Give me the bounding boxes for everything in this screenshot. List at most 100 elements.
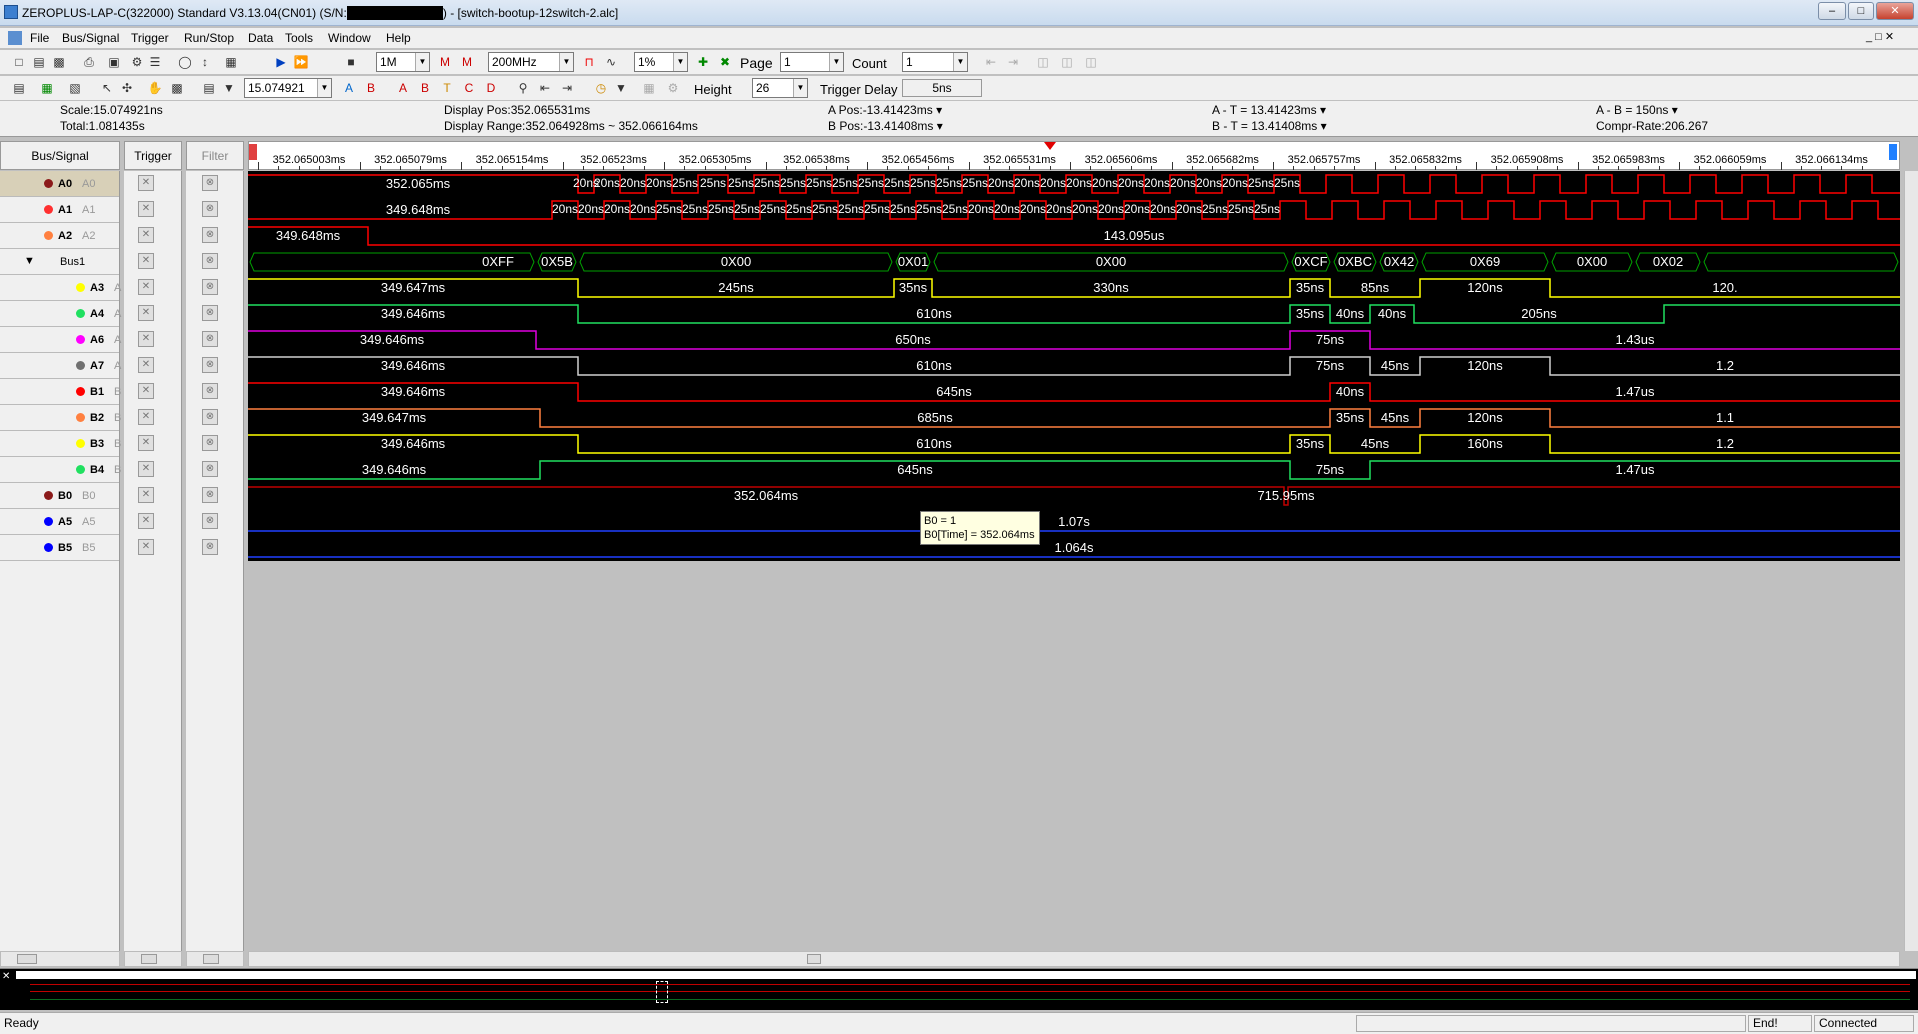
- ruler-left-marker[interactable]: [249, 144, 257, 160]
- signal-config-icon[interactable]: ☰: [146, 53, 164, 71]
- overview-ruler[interactable]: [16, 971, 1916, 979]
- vertical-scrollbar[interactable]: [1904, 171, 1918, 951]
- compare-icon[interactable]: ◫: [1034, 53, 1052, 71]
- trigger-cell-bus1[interactable]: ✕: [138, 253, 154, 269]
- trigger-header[interactable]: Trigger: [124, 141, 182, 170]
- trigger-cell-a1[interactable]: ✕: [138, 201, 154, 217]
- search-prev-icon[interactable]: ⇤: [536, 79, 554, 97]
- bus-signal-header[interactable]: Bus/Signal: [0, 141, 120, 170]
- signal-row-a7[interactable]: A7 A: [0, 353, 121, 379]
- signal-row-b4[interactable]: B4 B: [0, 457, 121, 483]
- zoom-in-icon[interactable]: ✚: [694, 53, 712, 71]
- prev-page-icon[interactable]: ⇤: [982, 53, 1000, 71]
- menu-run-stop[interactable]: Run/Stop: [184, 31, 234, 45]
- menu-bus-signal[interactable]: Bus/Signal: [62, 31, 119, 45]
- signal-row-b3[interactable]: B3 B: [0, 431, 121, 457]
- compare3-icon[interactable]: ◫: [1082, 53, 1100, 71]
- ruler-right-marker[interactable]: [1889, 144, 1897, 160]
- b-t-readout[interactable]: B - T = 13.41408ms ▾: [1212, 119, 1327, 133]
- menu-tools[interactable]: Tools: [285, 31, 313, 45]
- marker-b-icon[interactable]: M: [458, 53, 476, 71]
- waveform-horizontal-scrollbar[interactable]: [248, 951, 1900, 967]
- filter-cell-b4[interactable]: ⊗: [202, 461, 218, 477]
- b-pos-readout[interactable]: B Pos:-13.41408ms ▾: [828, 119, 943, 133]
- filter-cell-a1[interactable]: ⊗: [202, 201, 218, 217]
- marker-a-icon[interactable]: M: [436, 53, 454, 71]
- trigger-cell-b2[interactable]: ✕: [138, 409, 154, 425]
- filter-cell-b2[interactable]: ⊗: [202, 409, 218, 425]
- bar-d-icon[interactable]: D: [482, 79, 500, 97]
- calendar-icon[interactable]: ▩: [168, 79, 186, 97]
- waveform-area[interactable]: 352.065ms 20ns 20ns 20ns 20ns 25ns 25ns 25ns 25n…: [248, 171, 1900, 561]
- signal-row-b1[interactable]: B1 B: [0, 379, 121, 405]
- filter-cell-a3[interactable]: ⊗: [202, 279, 218, 295]
- run-repeat-icon[interactable]: ⏩: [292, 53, 310, 71]
- external-clock-icon[interactable]: ∿: [602, 53, 620, 71]
- close-button[interactable]: ✕: [1876, 2, 1914, 20]
- timer-icon[interactable]: ◷: [592, 79, 610, 97]
- trigger-cell-b3[interactable]: ✕: [138, 435, 154, 451]
- filter-header[interactable]: Filter: [186, 141, 244, 170]
- signal-row-b5[interactable]: B5 B5: [0, 535, 119, 561]
- run-icon[interactable]: ▶: [272, 53, 290, 71]
- bar-a-icon[interactable]: A: [394, 79, 412, 97]
- overview-window[interactable]: [656, 981, 668, 1003]
- signal-row-b2[interactable]: B2 B: [0, 405, 121, 431]
- filter-cell-a5[interactable]: ⊗: [202, 513, 218, 529]
- signal-row-a5[interactable]: A5 A5: [0, 509, 119, 535]
- menu-data[interactable]: Data: [248, 31, 273, 45]
- signal-row-a0[interactable]: A0 A0: [0, 171, 119, 197]
- signal-row-b0[interactable]: B0 B0: [0, 483, 119, 509]
- filter-cell-a6[interactable]: ⊗: [202, 331, 218, 347]
- menu-window[interactable]: Window: [328, 31, 371, 45]
- filter-panel-scrollbar[interactable]: [186, 951, 244, 967]
- capture-setup-icon[interactable]: ◯: [176, 53, 194, 71]
- menu-file[interactable]: File: [30, 31, 49, 45]
- pointer-icon[interactable]: ↖: [98, 79, 116, 97]
- signal-row-a1[interactable]: A1 A1: [0, 197, 119, 223]
- new-file-icon[interactable]: □: [10, 53, 28, 71]
- trigger-cell-a0[interactable]: ✕: [138, 175, 154, 191]
- a-b-readout[interactable]: A - B = 150ns ▾: [1596, 103, 1678, 117]
- bar-t-icon[interactable]: T: [438, 79, 456, 97]
- signal-row-a3[interactable]: A3 A: [0, 275, 121, 301]
- trigger-cell-a5[interactable]: ✕: [138, 513, 154, 529]
- mdi-controls[interactable]: _ □ ✕: [1866, 30, 1894, 43]
- sample-rate-select[interactable]: 200MHz ▼: [488, 52, 574, 72]
- trigger-cell-a3[interactable]: ✕: [138, 279, 154, 295]
- filter-cell-b3[interactable]: ⊗: [202, 435, 218, 451]
- maximize-button[interactable]: □: [1848, 2, 1874, 20]
- list-view-icon[interactable]: ▦: [38, 79, 56, 97]
- zoom-out-icon[interactable]: ✖: [716, 53, 734, 71]
- display-mode-dropdown-icon[interactable]: ▼: [220, 79, 238, 97]
- trigger-cell-a4[interactable]: ✕: [138, 305, 154, 321]
- zoom-region-icon[interactable]: ▣: [105, 53, 123, 71]
- measure-icon[interactable]: ▦: [640, 79, 658, 97]
- print-icon[interactable]: ⎙: [80, 53, 98, 71]
- overview-close-icon[interactable]: ✕: [2, 971, 10, 982]
- minimize-button[interactable]: –: [1818, 2, 1846, 20]
- clock-wave-icon[interactable]: ⊓: [580, 53, 598, 71]
- bar-b-icon[interactable]: B: [416, 79, 434, 97]
- scale-select[interactable]: 15.074921 ▼: [244, 78, 332, 98]
- bar-c-icon[interactable]: C: [460, 79, 478, 97]
- filter-cell-a7[interactable]: ⊗: [202, 357, 218, 373]
- height-select[interactable]: 26 ▼: [752, 78, 808, 98]
- filter-cell-a0[interactable]: ⊗: [202, 175, 218, 191]
- trigger-cell-b0[interactable]: ✕: [138, 487, 154, 503]
- hand-icon[interactable]: ✋: [146, 79, 164, 97]
- open-folder-icon[interactable]: ▤: [30, 53, 48, 71]
- cursor-icon[interactable]: ↕: [196, 53, 214, 71]
- filter-cell-a2[interactable]: ⊗: [202, 227, 218, 243]
- settings-icon[interactable]: ⚙: [128, 53, 146, 71]
- filter-cell-b1[interactable]: ⊗: [202, 383, 218, 399]
- trigger-panel-scrollbar[interactable]: [124, 951, 182, 967]
- count-select[interactable]: 1 ▼: [902, 52, 968, 72]
- menu-help[interactable]: Help: [386, 31, 411, 45]
- trigger-cell-b1[interactable]: ✕: [138, 383, 154, 399]
- sample-depth-select[interactable]: 1M ▼: [376, 52, 430, 72]
- filter-cell-a4[interactable]: ⊗: [202, 305, 218, 321]
- compare2-icon[interactable]: ◫: [1058, 53, 1076, 71]
- scroll-thumb[interactable]: [807, 954, 821, 964]
- trigger-cell-a7[interactable]: ✕: [138, 357, 154, 373]
